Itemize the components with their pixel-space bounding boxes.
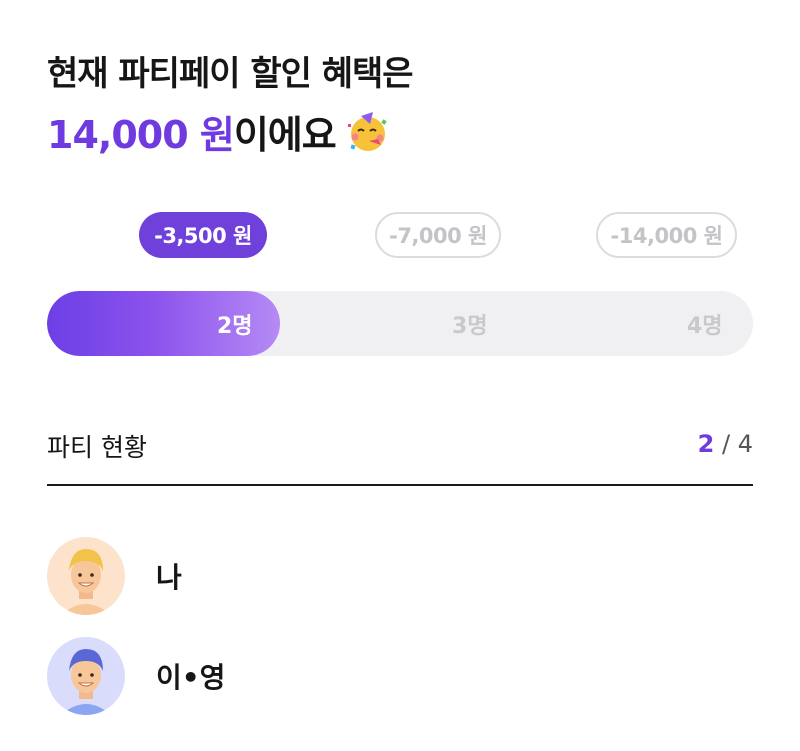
member-row: 나 <box>47 537 182 615</box>
party-size-step-4[interactable]: 4명 <box>687 291 723 356</box>
member-row: 이•영 <box>47 637 225 715</box>
headline-line2: 14,000 원 이에요 <box>47 104 390 159</box>
party-face-icon <box>347 111 387 151</box>
blonde-man-avatar-icon <box>47 537 125 615</box>
discount-chip-label: -7,000 원 <box>389 224 487 248</box>
party-status-title: 파티 현황 <box>47 433 147 462</box>
party-member-count: 2 / 4 <box>698 430 753 458</box>
section-divider <box>47 484 753 486</box>
discount-amount: 14,000 원 <box>47 113 235 157</box>
discount-chip-3[interactable]: -14,000 원 <box>596 212 737 258</box>
discount-chip-label: -3,500 원 <box>154 224 252 248</box>
headline-line1: 현재 파티페이 할인 혜택은 <box>47 54 414 94</box>
headline-suffix: 이에요 <box>233 113 337 157</box>
member-count-current: 2 <box>697 430 715 458</box>
party-size-slider[interactable]: 2명 3명 4명 <box>47 291 753 356</box>
member-name: 이•영 <box>156 661 226 694</box>
member-count-total: 4 <box>737 430 753 458</box>
member-count-separator: / <box>714 430 738 458</box>
discount-chip-2[interactable]: -7,000 원 <box>375 212 501 258</box>
party-size-step-3[interactable]: 3명 <box>452 291 488 356</box>
member-name: 나 <box>156 561 182 594</box>
blue-hair-man-avatar-icon <box>47 637 125 715</box>
party-size-step-2[interactable]: 2명 <box>217 291 253 356</box>
discount-chip-1[interactable]: -3,500 원 <box>139 212 267 258</box>
discount-chip-label: -14,000 원 <box>610 224 723 248</box>
